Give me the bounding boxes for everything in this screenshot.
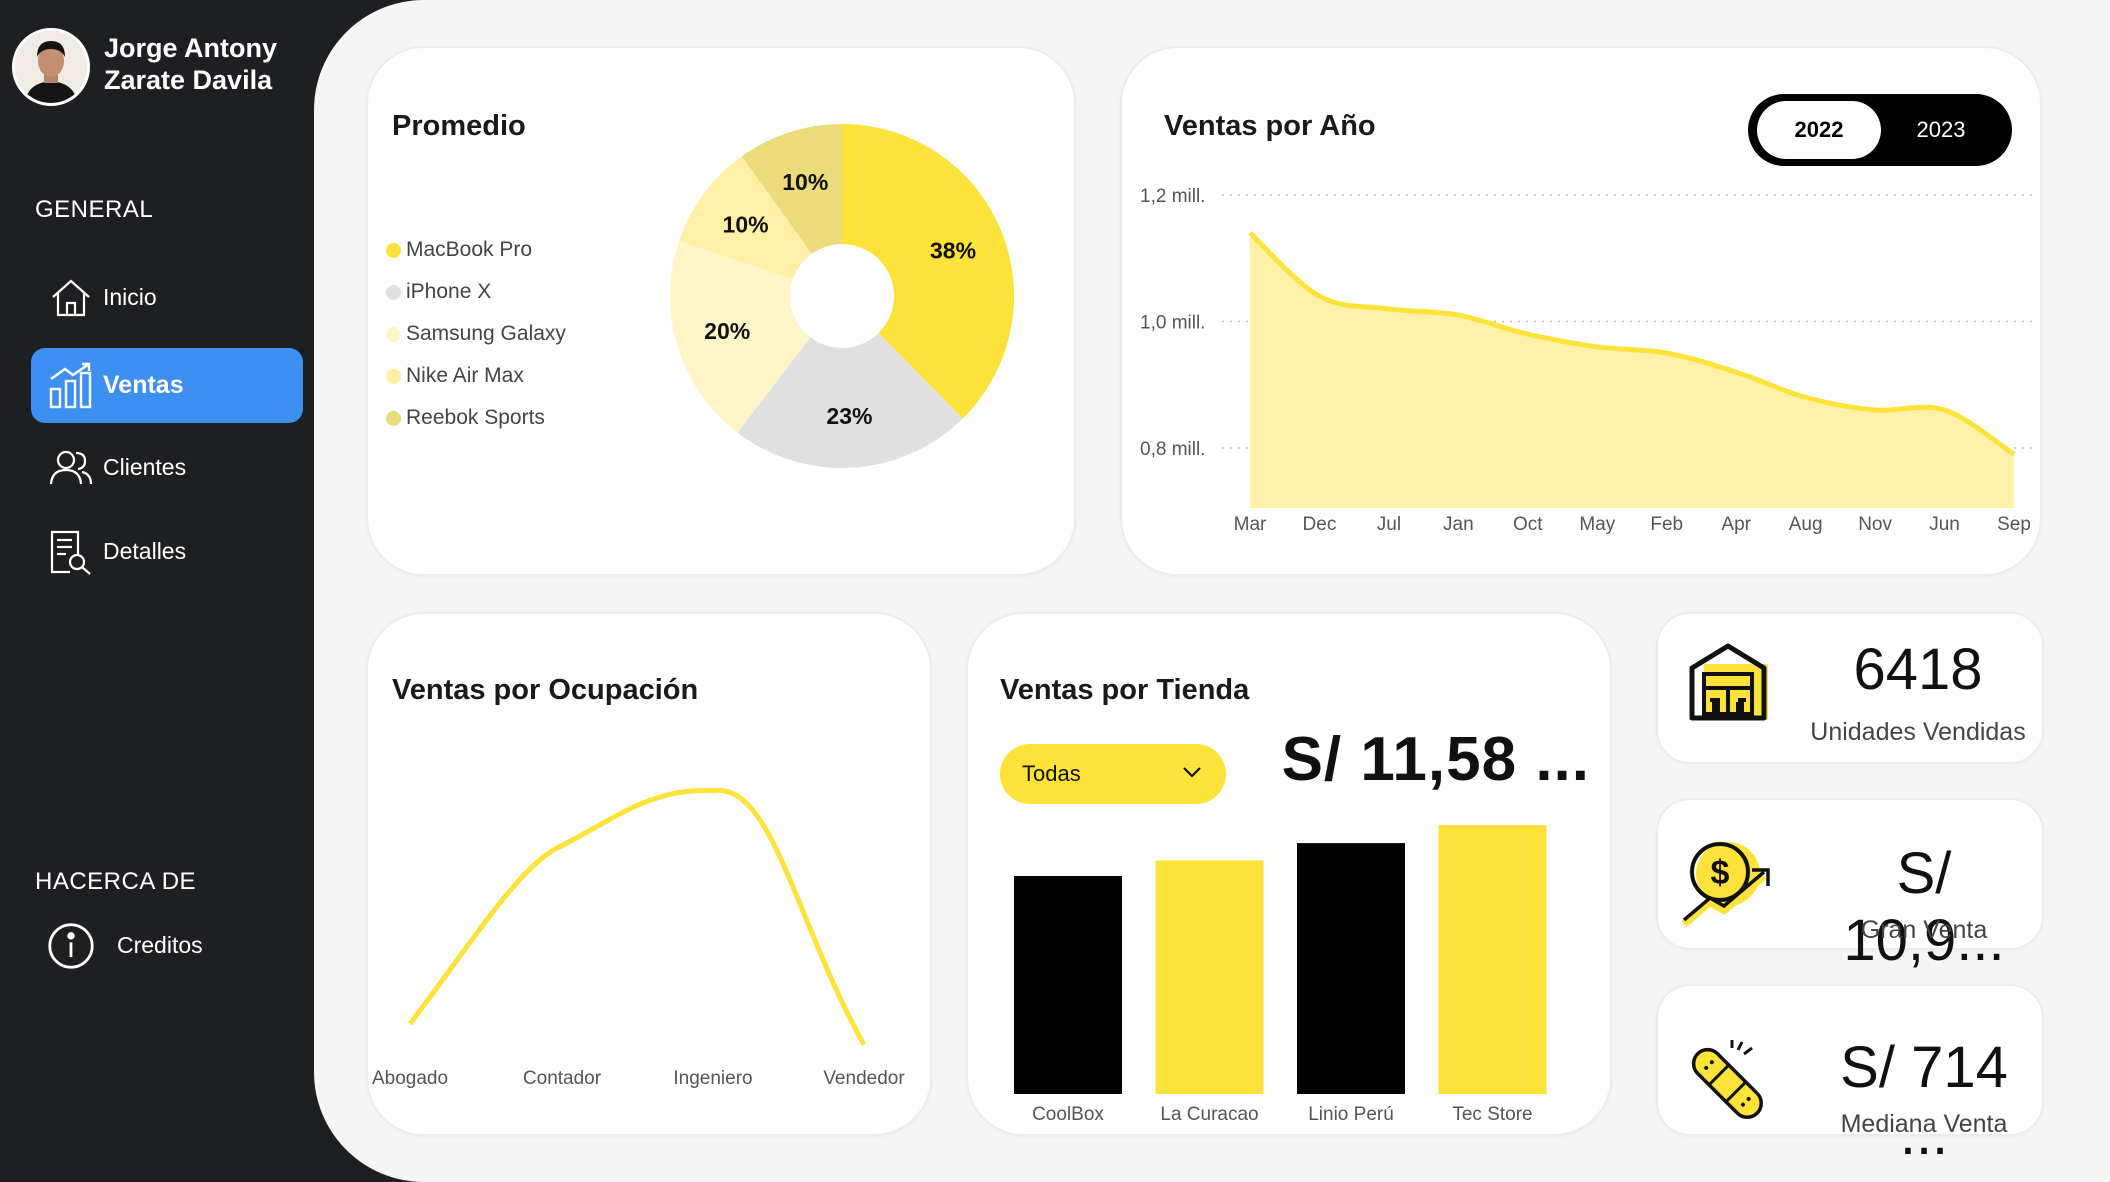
sidebar-item-label: Clientes [103,454,187,480]
sidebar-item-clientes[interactable]: Clientes [31,430,303,505]
store-bar [1438,824,1547,1094]
x-tick-label: La Curacao [1160,1104,1258,1125]
pie-value-label: 23% [826,403,872,429]
store-bar [1297,843,1405,1094]
legend-dot [386,326,401,342]
user-name-line1: Jorge Antony [104,33,278,63]
x-tick-label: Aug [1789,514,1823,535]
money-growth-icon: $ [1680,836,1784,937]
legend-item[interactable]: Samsung Galaxy [386,322,566,346]
sidebar-item-label: Ventas [103,371,184,399]
kpi-label: Unidades Vendidas [1810,718,2026,746]
kpi-value: 6418 [1853,637,1983,702]
kpi-value: S/ 714 ... [1840,1035,2008,1167]
x-tick-label: Abogado [372,1068,448,1089]
occupation-line [408,788,867,1046]
pie-value-label: 10% [723,212,769,238]
x-tick-label: Jan [1443,514,1474,535]
x-tick-label: Jun [1929,514,1960,535]
x-tick-label: Dec [1303,514,1337,535]
kpi-card-mediana-venta: S/ 714 ... Mediana Venta [1656,984,2044,1167]
card-promedio: Promedio MacBook Pro iPhone X Samsung Ga… [366,46,1076,576]
users-icon [47,444,95,492]
area-fill [1250,232,2014,508]
x-tick-label: May [1579,514,1615,535]
donut-hole [790,244,894,348]
svg-text:$: $ [1711,854,1730,892]
sidebar-item-label: Inicio [103,284,157,310]
legend-dot [386,242,401,258]
kpi-label: Mediana Venta [1840,1110,2008,1138]
main-content: Promedio MacBook Pro iPhone X Samsung Ga… [314,0,2110,1182]
sidebar-item-label: Detalles [103,538,187,564]
x-tick-label: Contador [523,1068,602,1089]
card-title: Promedio [392,110,526,142]
pie-value-label: 20% [704,318,750,344]
y-tick-label: 1,0 mill. [1140,313,1205,334]
store-bar [1155,860,1264,1094]
y-tick-label: 0,8 mill. [1140,439,1205,460]
legend-label: Reebok Sports [406,406,545,429]
y-tick-label: 1,2 mill. [1140,186,1205,207]
legend-label: Nike Air Max [406,364,524,387]
legend-item[interactable]: Nike Air Max [386,364,524,388]
sidebar-item-inicio[interactable]: Inicio [31,260,303,335]
sidebar-item-ventas[interactable]: Ventas [31,348,303,423]
legend-label: MacBook Pro [406,238,533,261]
bar-chart: CoolBox La Curacao Linio Perú Tec Store [1014,824,1547,1125]
x-tick-label: Jul [1377,514,1401,535]
kpi-label: Gran Venta [1860,916,1988,944]
x-tick-label: Ingeniero [673,1068,752,1089]
warehouse-icon [1686,638,1776,733]
store-bar [1014,876,1122,1094]
pie-chart: 38% 23% 20% 10% 10% [670,124,1014,469]
home-icon [47,274,95,322]
kpi-value: S/ 10,9... [1843,841,2005,973]
legend-label: iPhone X [406,280,492,303]
x-tick-label: Sep [1997,514,2031,535]
line-chart: Abogado Contador Ingeniero Vendedor [372,788,905,1089]
x-tick-label: Feb [1650,514,1683,535]
kpi-card-unidades: 6418 Unidades Vendidas [1656,612,2044,764]
section-about-label: HACERCA DE [35,868,197,895]
legend-item[interactable]: iPhone X [386,280,491,304]
legend-dot [386,368,401,384]
sidebar-item-label: Creditos [117,932,203,958]
sidebar: Jorge Antony Zarate Davila GENERAL Inici… [0,0,314,1182]
x-tick-label: Oct [1513,514,1543,535]
legend-dot [386,284,401,300]
x-tick-label: CoolBox [1032,1104,1104,1125]
pie-value-label: 38% [930,238,976,264]
card-ventas-anio: Ventas por Año 2022 2023 1,2 mill. 1,0 mi… [1120,46,2042,576]
avatar [12,28,90,106]
bar-chart-icon [47,362,95,410]
x-tick-label: Linio Perú [1308,1104,1394,1125]
area-chart: 1,2 mill. 1,0 mill. 0,8 mill. Mar Dec Jul Jan O… [1140,186,2038,535]
card-ventas-ocupacion: Ventas por Ocupación Abogado Contador Inge… [366,612,932,1136]
x-tick-label: Tec Store [1452,1104,1532,1125]
info-icon [47,922,95,970]
legend-item[interactable]: MacBook Pro [386,238,532,262]
x-tick-label: Apr [1721,514,1751,535]
x-tick-label: Nov [1858,514,1892,535]
sidebar-item-detalles[interactable]: Detalles [31,514,303,589]
document-search-icon [47,528,95,576]
user-name: Jorge Antony Zarate Davila [104,32,277,96]
sidebar-item-creditos[interactable]: Creditos [31,908,303,983]
kpi-card-gran-venta: $ S/ 10,9... Gran Venta [1656,798,2044,973]
x-tick-label: Mar [1234,514,1267,535]
user-name-line2: Zarate Davila [104,65,273,95]
legend-dot [386,410,401,426]
legend-label: Samsung Galaxy [406,322,566,345]
bandage-icon [1682,1038,1774,1131]
legend-item[interactable]: Reebok Sports [386,406,545,430]
card-ventas-tienda: Ventas por Tienda Todas S/ 11,58 ... Coo… [966,612,1612,1136]
x-tick-label: Vendedor [823,1068,905,1089]
pie-value-label: 10% [782,169,828,195]
section-general-label: GENERAL [35,196,154,223]
